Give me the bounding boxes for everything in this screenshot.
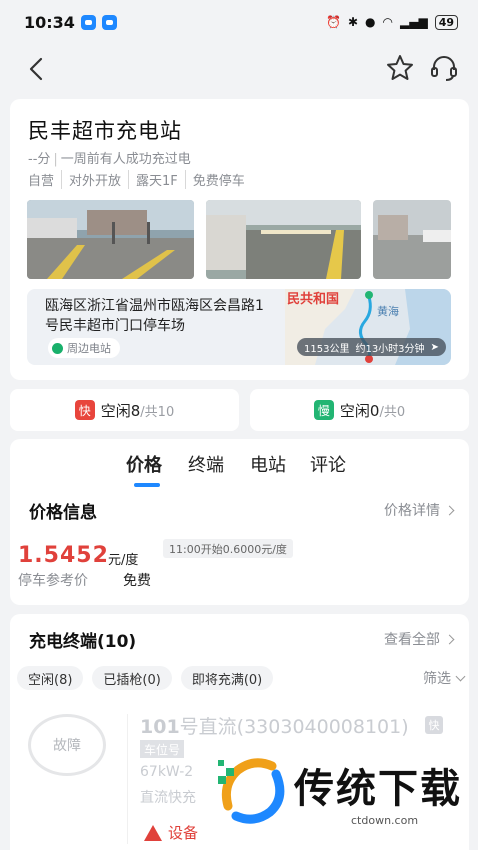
- chevron-right-icon: [444, 505, 455, 515]
- fast-free-count: 空闲8: [100, 401, 141, 420]
- top-nav: [0, 44, 478, 92]
- parking-spot-tag: 车位号: [140, 740, 185, 758]
- station-photo-1[interactable]: [27, 200, 194, 279]
- tab-price[interactable]: 价格: [126, 451, 162, 477]
- alarm-icon: ⏰: [326, 15, 341, 29]
- station-photo-2[interactable]: [206, 200, 361, 279]
- station-tag: 免费停车: [184, 170, 252, 189]
- filter-chip-almost-full[interactable]: 即将充满(0): [180, 666, 274, 690]
- watermark-url: ctdown.com: [351, 814, 419, 827]
- address-map-box[interactable]: 瓯海区浙江省温州市瓯海区会昌路1号民丰超市门口停车场 周边电站 民共和国 黄海 …: [27, 289, 451, 365]
- route-duration: 约13小时3分钟: [355, 343, 425, 355]
- tab-reviews[interactable]: 评论: [310, 451, 346, 477]
- filter-chip-free[interactable]: 空闲(8): [17, 666, 84, 690]
- terminal-power: 67kW-2: [140, 764, 194, 780]
- parking-label: 停车参考价: [18, 573, 88, 589]
- location-icon: ●: [365, 15, 376, 29]
- nearby-stations-button[interactable]: 周边电站: [48, 338, 120, 358]
- terminal-type: 直流快充: [140, 790, 196, 806]
- chevron-down-icon: [455, 671, 466, 681]
- fast-badge: 快: [74, 400, 95, 420]
- station-tag: 自营: [28, 174, 55, 189]
- chevron-right-icon: [444, 634, 455, 644]
- watermark-logo: [218, 758, 285, 824]
- map-label-sea: 黄海: [377, 304, 399, 318]
- station-address: 瓯海区浙江省温州市瓯海区会昌路1号民丰超市门口停车场: [45, 298, 264, 334]
- price-unit: 元/度: [108, 553, 139, 568]
- active-tab-indicator: [134, 483, 160, 487]
- warning-icon: [144, 824, 162, 841]
- terminal-status-circle: 故障: [28, 714, 106, 776]
- divider: [127, 714, 128, 844]
- fast-total-count: /共10: [140, 404, 175, 420]
- watermark-title: 传统下载: [294, 766, 462, 812]
- slow-badge: 慢: [313, 400, 334, 420]
- nearby-label: 周边电站: [67, 342, 111, 355]
- station-name: 民丰超市充电站: [28, 119, 182, 143]
- station-tag: 露天1F: [128, 170, 185, 189]
- notification-app-icon: [80, 14, 96, 30]
- route-distance: 1153公里: [304, 343, 350, 355]
- station-tags: 自营 对外开放 露天1F 免费停车: [28, 170, 252, 189]
- recent-charge-note: 一周前有人成功充过电: [60, 152, 191, 167]
- price-details-label: 价格详情: [384, 503, 440, 519]
- fast-charger-availability[interactable]: 快 空闲8/共10: [10, 389, 239, 431]
- signal-icon: ▂▄▆: [400, 15, 428, 29]
- filter-label: 筛选: [423, 671, 451, 687]
- navigate-arrow-icon[interactable]: ➤: [431, 342, 439, 353]
- station-rating: --分: [28, 152, 51, 167]
- view-all-terminals-link[interactable]: 查看全部: [384, 629, 455, 649]
- warning-text: 设备: [168, 824, 199, 842]
- price-info-title: 价格信息: [29, 503, 97, 523]
- wifi-icon: ◠: [382, 15, 393, 29]
- notification-app-icon-2: [101, 14, 117, 30]
- station-tag: 对外开放: [61, 170, 128, 189]
- next-price-note: 11:00开始0.6000元/度: [163, 539, 293, 558]
- favorite-star-icon[interactable]: [384, 52, 416, 84]
- view-all-label: 查看全部: [384, 632, 440, 648]
- status-bar: 10:34 ⏰ ✱ ● ◠ ▂▄▆ 49: [0, 0, 478, 44]
- route-distance-pill: 1153公里 约13小时3分钟 ➤: [297, 338, 446, 356]
- terminal-number: 101: [140, 716, 180, 738]
- parking-value: 免费: [123, 573, 151, 589]
- filter-chip-plugged[interactable]: 已插枪(0): [92, 666, 172, 690]
- station-meta: --分 | 一周前有人成功充过电: [28, 152, 191, 167]
- filter-dropdown[interactable]: 筛选: [423, 668, 466, 688]
- price-details-link[interactable]: 价格详情: [384, 500, 455, 520]
- slow-total-count: /共0: [379, 404, 406, 420]
- terminal-filters: 空闲(8) 已插枪(0) 即将充满(0): [17, 666, 274, 690]
- terminal-name-rest: 号直流(3303040008101): [179, 716, 409, 738]
- station-photo-3[interactable]: [373, 200, 451, 279]
- battery-icon: 49: [434, 14, 458, 30]
- station-info-card: 民丰超市充电站 --分 | 一周前有人成功充过电 自营 对外开放 露天1F 免费停车…: [10, 99, 469, 380]
- terminal-fast-badge: 快: [425, 716, 443, 734]
- device-warning: 设备: [144, 822, 198, 843]
- site-watermark: 传统下载 ctdown.com: [206, 748, 468, 833]
- tab-station[interactable]: 电站: [250, 451, 286, 477]
- customer-service-headset-icon[interactable]: [428, 52, 460, 84]
- slow-free-count: 空闲0: [339, 401, 380, 420]
- current-price: 1.5452: [18, 543, 109, 568]
- terminals-title: 充电终端(10): [29, 632, 137, 652]
- tab-terminals[interactable]: 终端: [188, 451, 224, 477]
- map-label-country: 民共和国: [287, 291, 339, 307]
- status-time: 10:34: [24, 12, 75, 32]
- back-arrow-icon[interactable]: [22, 54, 52, 84]
- location-pin-icon: [52, 342, 63, 354]
- terminal-name[interactable]: 101号直流(3303040008101): [140, 712, 409, 739]
- slow-charger-availability[interactable]: 慢 空闲0/共0: [250, 389, 469, 431]
- bluetooth-icon: ✱: [347, 15, 359, 29]
